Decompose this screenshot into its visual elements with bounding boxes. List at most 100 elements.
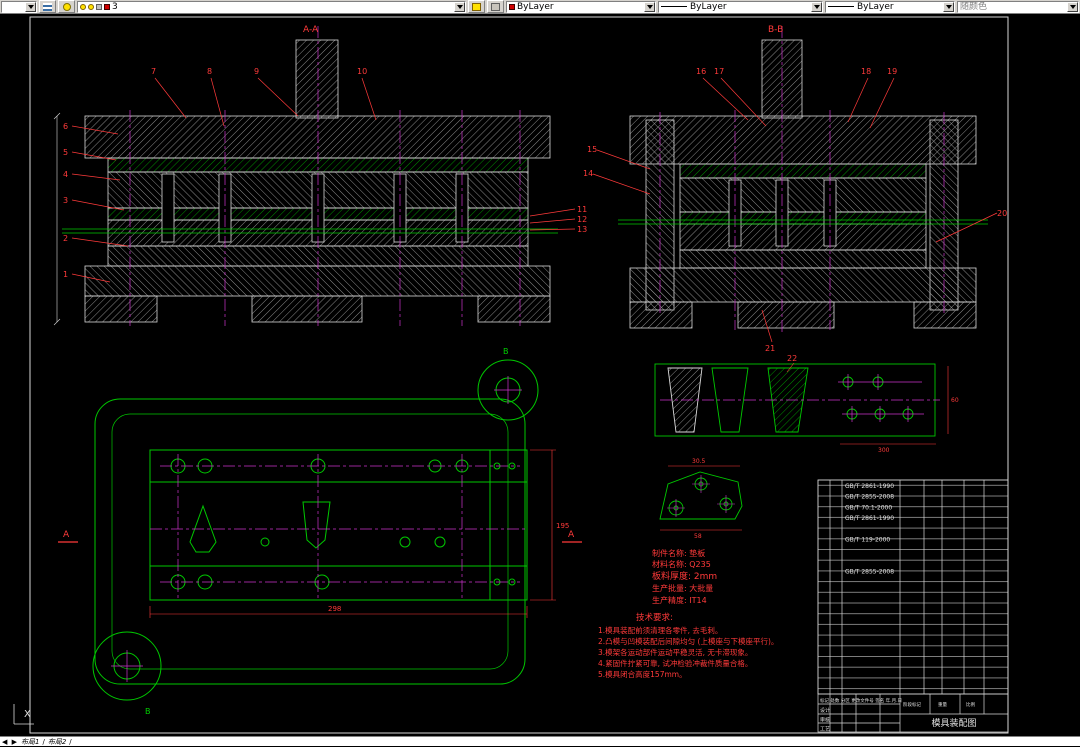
ucs-x-label: X (24, 709, 31, 720)
layer-color-swatch (104, 4, 110, 10)
color-value: ByLayer (517, 2, 644, 12)
section-b-label: B-B (768, 25, 783, 35)
title-block-weight-label: 重量 (938, 701, 947, 708)
part-info-line-2: 材料名称: Q235 (652, 559, 711, 569)
plan-dim-bottom: 298 (328, 605, 341, 613)
bom-code-6: GB/T 2855-2008 (845, 569, 894, 576)
part-info-line-1: 制件名称: 垫板 (652, 548, 705, 558)
title-block-row-process: 工艺 (820, 727, 830, 733)
cad-drawing[interactable]: A-A 6 5 4 3 2 1 7 8 9 10 11 12 13 (0, 14, 1080, 736)
notes-line-2: 2.凸模与凹模装配后间隙均匀 (上模座与下模座平行)。 (598, 636, 778, 646)
layer-on-icon (80, 4, 86, 10)
technical-notes-block: 技术要求: 1.模具装配前须清理各零件, 去毛刺。 2.凸模与凹模装配后间隙均匀… (598, 612, 778, 679)
callout-8: 8 (207, 67, 212, 76)
plan-section-arrow-right: A (568, 530, 575, 540)
ucs-icon: X (14, 704, 34, 724)
callout-20: 20 (997, 209, 1007, 218)
layers-stack-icon (43, 3, 52, 11)
layer-previous-icon (491, 3, 500, 11)
title-block-row-check: 审核 (820, 717, 830, 724)
chevron-down-icon[interactable] (811, 2, 822, 12)
chevron-down-icon[interactable] (454, 2, 465, 12)
plan-label-top: B (503, 347, 509, 356)
callout-1: 1 (63, 270, 68, 279)
plan-centerlines (111, 376, 527, 682)
tab-nav-arrows[interactable]: ◀ ▶ (2, 738, 18, 746)
tab-layout2[interactable]: 布局2 (48, 737, 66, 747)
callout-11: 11 (577, 205, 587, 214)
tab-layout1[interactable]: 布局1 (21, 737, 39, 747)
bom-code-3: GB/T 70.1-2000 (845, 504, 892, 511)
layer-states-button[interactable] (58, 0, 75, 13)
linetype-sample-icon (661, 6, 687, 7)
callout-19: 19 (887, 67, 897, 76)
layer-lock-icon (96, 4, 102, 10)
bom-code-1: GB/T 2861-1990 (845, 483, 894, 490)
detail-dim-top: 30.5 (692, 458, 706, 465)
chevron-down-icon[interactable] (1067, 2, 1078, 12)
lineweight-combo[interactable]: ByLayer (825, 1, 955, 13)
strip-dim-bottom: 300 (878, 447, 890, 454)
plan-label-bottom: B (145, 707, 151, 716)
callout-5: 5 (63, 148, 68, 157)
title-block-header: 标记 处数 分区 更改文件号 签名 年.月.日 (820, 697, 902, 704)
plan-view (93, 360, 538, 700)
linetype-value: ByLayer (690, 2, 811, 12)
layer-thaw-icon (88, 4, 94, 10)
callout-13: 13 (577, 225, 587, 234)
bom-code-4: GB/T 2861-1990 (845, 515, 894, 522)
callout-4: 4 (63, 170, 68, 179)
callout-9: 9 (254, 67, 259, 76)
notes-line-3: 3.模架各运动部件运动平稳灵活, 无卡滞现象。 (598, 647, 752, 657)
tab-separator: / (42, 738, 44, 746)
lineweight-sample-icon (828, 6, 854, 7)
layer-combo[interactable]: 3 (77, 1, 466, 13)
color-swatch (509, 4, 515, 10)
title-block-row-design: 设计 (820, 707, 830, 714)
layer-previous-button[interactable] (487, 0, 504, 13)
plan-section-arrow-left: A (63, 530, 70, 540)
notes-title: 技术要求: (636, 612, 673, 623)
strip-dim-right: 60 (951, 397, 959, 404)
callout-17: 17 (714, 67, 724, 76)
callout-22: 22 (787, 354, 797, 363)
color-combo[interactable]: ByLayer (506, 1, 656, 13)
make-object-layer-current-button[interactable] (468, 0, 485, 13)
callout-14: 14 (583, 169, 593, 178)
callout-7: 7 (151, 67, 156, 76)
plan-dim-right: 195 (556, 522, 569, 530)
detail-dim-bottom: 58 (694, 533, 702, 540)
title-block-scale-label: 比例 (966, 701, 975, 708)
plan-dimensions (58, 450, 582, 618)
title-block-texts: 标记 处数 分区 更改文件号 签名 年.月.日 设计 审核 工艺 阶段标记 重量… (820, 697, 977, 733)
plotstyle-combo[interactable]: 随颜色 (957, 1, 1079, 13)
callout-6: 6 (63, 122, 68, 131)
notes-line-1: 1.模具装配前须清理各零件, 去毛刺。 (598, 625, 722, 635)
callout-16: 16 (696, 67, 706, 76)
linetype-combo[interactable]: ByLayer (658, 1, 823, 13)
part-info-line-5: 生产精度: IT14 (652, 595, 707, 605)
section-view-a (85, 40, 550, 322)
layer-value: 3 (112, 2, 454, 12)
section-view-b (630, 40, 976, 328)
callout-15: 15 (587, 145, 597, 154)
notes-line-4: 4.紧固件拧紧可靠, 试冲检验冲裁件质量合格。 (598, 658, 752, 668)
callout-12: 12 (577, 215, 587, 224)
strip-dimensions (787, 363, 948, 444)
toolbar-left-combo[interactable] (1, 1, 37, 13)
chevron-down-icon[interactable] (25, 2, 36, 12)
chevron-down-icon[interactable] (943, 2, 954, 12)
make-current-icon (472, 3, 481, 11)
toolbar: 3 ByLayer ByLayer ByLayer 随颜色 (0, 0, 1080, 14)
tab-separator: / (69, 738, 71, 746)
drawing-canvas[interactable]: A-A 6 5 4 3 2 1 7 8 9 10 11 12 13 (0, 14, 1080, 736)
bom-code-2: GB/T 2855-2008 (845, 494, 894, 501)
lightbulb-icon (63, 3, 71, 11)
detail-centerlines (667, 475, 735, 517)
layer-manager-button[interactable] (39, 0, 56, 13)
chevron-down-icon[interactable] (644, 2, 655, 12)
callout-10: 10 (357, 67, 367, 76)
plotstyle-value: 随颜色 (960, 2, 1067, 12)
lineweight-value: ByLayer (857, 2, 943, 12)
section-a-label: A-A (303, 25, 319, 35)
